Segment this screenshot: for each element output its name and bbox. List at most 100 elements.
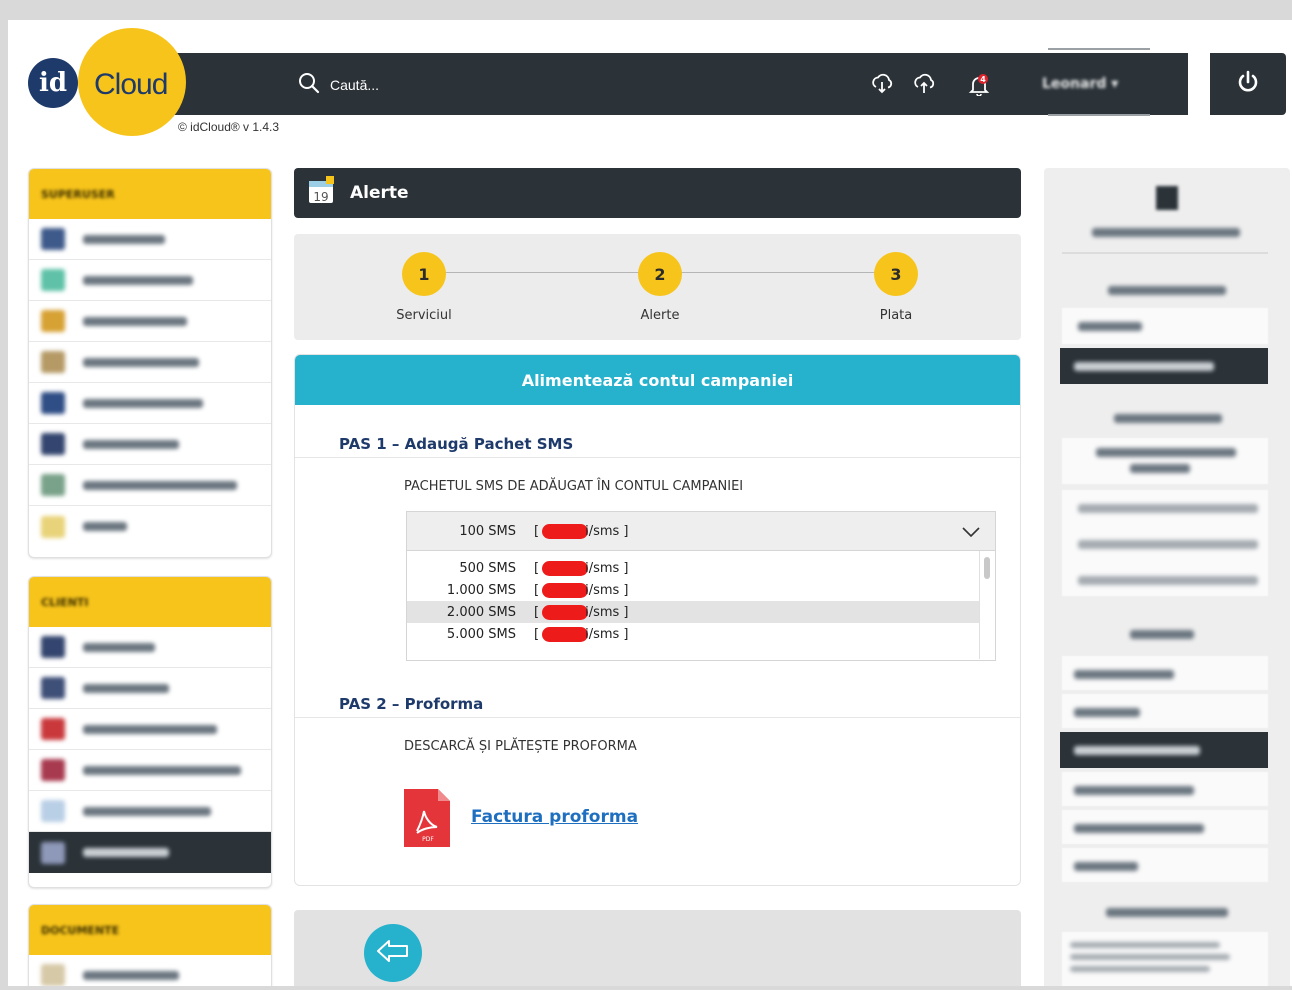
logo-id-badge[interactable]: id xyxy=(28,58,78,108)
sidebar-item[interactable] xyxy=(29,709,271,750)
panel-row[interactable] xyxy=(1062,772,1268,806)
panel-row[interactable] xyxy=(1062,848,1268,882)
logo-text[interactable]: Cloud xyxy=(94,68,168,102)
sidebar-item[interactable] xyxy=(29,668,271,709)
sidebar-item[interactable] xyxy=(29,301,271,342)
user-menu[interactable]: Leonard ▾ xyxy=(1042,76,1118,92)
redaction-mark xyxy=(542,626,589,642)
sidebar-item-label xyxy=(83,357,199,367)
sidebar-item[interactable] xyxy=(29,791,271,832)
sidebar-item[interactable] xyxy=(29,424,271,465)
panel-row-active[interactable] xyxy=(1060,732,1268,768)
logout-button[interactable] xyxy=(1210,53,1286,115)
chevron-down-icon[interactable] xyxy=(961,524,981,543)
panel-row[interactable] xyxy=(1062,694,1268,728)
cloud-upload-icon[interactable] xyxy=(912,72,936,100)
sidebar-item[interactable] xyxy=(29,260,271,301)
step-1-title: PAS 1 – Adaugă Pachet SMS xyxy=(339,435,574,453)
sidebar-section-documente: DOCUMENTE xyxy=(28,904,272,986)
sidebar-item[interactable] xyxy=(29,955,271,986)
arrow-left-icon xyxy=(376,939,410,967)
sms-option[interactable]: 5.000 SMS[i/sms ] xyxy=(407,623,979,645)
panel-row[interactable] xyxy=(1062,810,1268,844)
sidebar-item-icon xyxy=(41,800,65,822)
sms-option[interactable]: 1.000 SMS[i/sms ] xyxy=(407,579,979,601)
redaction-mark xyxy=(542,582,589,598)
step-label: Serviciul xyxy=(396,308,452,323)
panel-row[interactable] xyxy=(1062,656,1268,690)
sidebar-item-icon xyxy=(41,228,65,250)
sidebar-item[interactable] xyxy=(29,383,271,424)
selected-qty: 100 SMS xyxy=(459,523,516,539)
sidebar-item-icon xyxy=(41,677,65,699)
proforma-invoice-link[interactable]: Factura proforma xyxy=(471,807,638,827)
sidebar-item-active[interactable] xyxy=(29,832,271,873)
sidebar-section-header[interactable]: CLIENTI xyxy=(29,577,271,627)
sms-package-select[interactable]: 100 SMS [i/sms ] xyxy=(406,511,996,551)
sidebar-section-header[interactable]: SUPERUSER xyxy=(29,169,271,219)
sidebar-item-label xyxy=(83,724,217,734)
sidebar-section-clienti: CLIENTI xyxy=(28,576,272,888)
sidebar-item-icon xyxy=(41,351,65,373)
panel-row-active[interactable] xyxy=(1060,348,1268,384)
sidebar-item-icon xyxy=(41,964,65,986)
panel-row[interactable] xyxy=(1062,308,1268,344)
sidebar-item-icon xyxy=(41,841,65,864)
sidebar-item-label xyxy=(83,765,241,775)
notification-count: 4 xyxy=(980,75,986,84)
sidebar-item[interactable] xyxy=(29,465,271,506)
panel-table xyxy=(1062,490,1268,596)
sidebar-item-label xyxy=(83,683,169,693)
cloud-download-icon[interactable] xyxy=(870,72,894,100)
wizard-step-2[interactable]: 2 Alerte xyxy=(600,252,720,323)
back-button[interactable] xyxy=(364,924,422,982)
pdf-icon[interactable]: PDF xyxy=(404,789,450,851)
divider xyxy=(295,717,1020,718)
sms-package-options: 500 SMS[i/sms ] 1.000 SMS[i/sms ] 2.000 … xyxy=(406,551,996,661)
search-bar[interactable] xyxy=(298,72,630,98)
sidebar-item[interactable] xyxy=(29,627,271,668)
step-label: Alerte xyxy=(640,308,680,323)
company-logo xyxy=(1156,186,1178,210)
sidebar-item-label xyxy=(83,970,179,980)
step-1-subtitle: PACHETUL SMS DE ADĂUGAT ÎN CONTUL CAMPAN… xyxy=(404,479,744,494)
search-icon[interactable] xyxy=(298,72,320,98)
version-label: © idCloud® v 1.4.3 xyxy=(178,120,280,134)
sidebar-section-header[interactable]: DOCUMENTE xyxy=(29,905,271,955)
panel-notes[interactable] xyxy=(1062,932,1268,986)
options-scrollbar[interactable] xyxy=(979,551,995,659)
sidebar-item[interactable] xyxy=(29,342,271,383)
sidebar-item[interactable] xyxy=(29,219,271,260)
panel-heading xyxy=(1130,630,1194,639)
right-info-panel xyxy=(1044,168,1290,986)
sidebar-item-icon xyxy=(41,515,65,538)
search-input[interactable] xyxy=(330,77,630,93)
sidebar-item-icon xyxy=(41,433,65,455)
panel-heading xyxy=(1114,414,1222,423)
sms-option-highlighted[interactable]: 2.000 SMS[i/sms ] xyxy=(407,601,979,623)
page-header: 19 Alerte xyxy=(294,168,1021,218)
sidebar-item-icon xyxy=(41,636,65,658)
step-number: 1 xyxy=(402,252,446,296)
scrollbar-thumb[interactable] xyxy=(984,557,990,579)
redaction-mark xyxy=(542,560,589,576)
bell-icon[interactable]: 4 xyxy=(968,74,990,100)
sidebar-item-icon xyxy=(41,310,65,332)
pdf-badge: PDF xyxy=(422,836,434,843)
redaction-mark xyxy=(542,604,589,620)
panel-info xyxy=(1062,438,1268,484)
page-title: Alerte xyxy=(350,183,409,203)
wizard-step-3[interactable]: 3 Plata xyxy=(836,252,956,323)
step-2-title: PAS 2 – Proforma xyxy=(339,695,484,713)
sidebar-item-icon xyxy=(41,474,65,496)
panel-heading xyxy=(1106,908,1228,917)
sidebar-item[interactable] xyxy=(29,750,271,791)
calendar-day: 19 xyxy=(313,190,328,204)
sidebar-item[interactable] xyxy=(29,506,271,547)
power-icon xyxy=(1235,69,1261,99)
panel-heading xyxy=(1108,286,1226,295)
wizard-step-1[interactable]: 1 Serviciul xyxy=(364,252,484,323)
sms-option[interactable]: 500 SMS[i/sms ] xyxy=(407,557,979,579)
sidebar-item-label xyxy=(83,234,165,244)
sidebar-item-label xyxy=(83,316,187,326)
